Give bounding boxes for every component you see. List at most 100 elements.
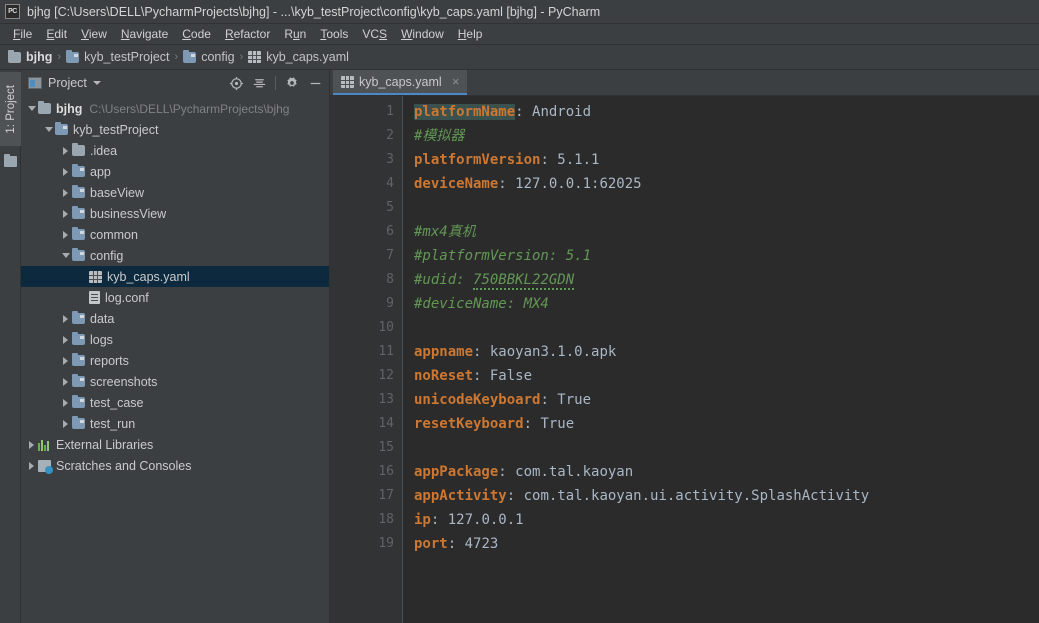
breadcrumb-item-kyb-caps-yaml[interactable]: kyb_caps.yaml (248, 50, 349, 64)
folder-icon (4, 156, 17, 167)
code-editor-pane[interactable]: 12345678910111213141516171819 platformNa… (330, 96, 1039, 623)
chevron-right-icon[interactable] (59, 329, 72, 350)
chevron-right-icon[interactable] (25, 455, 38, 476)
menu-item-help[interactable]: Help (451, 25, 490, 43)
code-line[interactable]: appname: kaoyan3.1.0.apk (414, 340, 616, 364)
code-token-comment: #platformVersion: 5.1 (414, 248, 591, 264)
menu-item-navigate[interactable]: Navigate (114, 25, 175, 43)
menu-item-file[interactable]: File (6, 25, 39, 43)
tree-item-screenshots[interactable]: screenshots (21, 371, 329, 392)
code-line[interactable]: deviceName: 127.0.0.1:62025 (414, 172, 642, 196)
project-file-tree[interactable]: bjhgC:\Users\DELL\PycharmProjects\bjhg ky… (21, 96, 329, 476)
chevron-down-icon[interactable] (93, 81, 101, 85)
breadcrumb-separator: › (240, 51, 244, 63)
tree-item-bjhg[interactable]: bjhgC:\Users\DELL\PycharmProjects\bjhg (21, 98, 329, 119)
code-token-val: com.tal.kaoyan (507, 464, 633, 480)
tree-item-label: screenshots (90, 375, 157, 389)
tree-item-kyb-caps-yaml[interactable]: kyb_caps.yaml (21, 266, 329, 287)
chevron-right-icon[interactable] (59, 203, 72, 224)
line-number: 7 (386, 244, 394, 268)
chevron-right-icon[interactable] (59, 350, 72, 371)
menu-item-code[interactable]: Code (175, 25, 218, 43)
menu-item-run[interactable]: Run (277, 25, 313, 43)
chevron-right-icon[interactable] (59, 371, 72, 392)
code-line[interactable]: #udid: 750BBKL22GDN (414, 268, 574, 292)
left-tool-window-strip: 1: Project (0, 70, 21, 623)
code-line[interactable]: appPackage: com.tal.kaoyan (414, 460, 633, 484)
code-line[interactable]: noReset: False (414, 364, 532, 388)
code-line[interactable]: #mx4真机 (414, 220, 476, 244)
chevron-right-icon[interactable] (59, 182, 72, 203)
tree-item-label: kyb_testProject (73, 123, 158, 137)
menu-item-window[interactable]: Window (394, 25, 451, 43)
folder-icon (72, 376, 85, 387)
project-panel-toolbar (226, 73, 325, 93)
breadcrumb-item-config[interactable]: config (183, 50, 234, 64)
code-line[interactable]: resetKeyboard: True (414, 412, 574, 436)
code-line[interactable]: port: 4723 (414, 532, 498, 556)
hide-panel-icon[interactable] (305, 73, 325, 93)
code-line[interactable]: appActivity: com.tal.kaoyan.ui.activity.… (414, 484, 869, 508)
code-line[interactable]: #模拟器 (414, 124, 464, 148)
code-line[interactable] (414, 196, 422, 220)
chevron-right-icon[interactable] (25, 434, 38, 455)
tool-window-button-project[interactable]: 1: Project (0, 72, 21, 146)
breadcrumb-item-kyb-testproject[interactable]: kyb_testProject (66, 50, 169, 64)
code-line[interactable] (414, 316, 422, 340)
tree-item-external-libraries[interactable]: External Libraries (21, 434, 329, 455)
close-icon[interactable]: × (450, 77, 462, 87)
tree-item-label: common (90, 228, 138, 242)
chevron-right-icon[interactable] (59, 392, 72, 413)
code-token-punct: : (448, 536, 456, 552)
menu-item-tools[interactable]: Tools (313, 25, 355, 43)
editor-tab-kyb-caps-yaml[interactable]: kyb_caps.yaml × (333, 70, 467, 95)
chevron-right-icon[interactable] (59, 224, 72, 245)
chevron-down-icon[interactable] (25, 98, 38, 119)
tree-item-kyb-testproject[interactable]: kyb_testProject (21, 119, 329, 140)
code-line[interactable]: #platformVersion: 5.1 (414, 244, 591, 268)
menu-item-edit[interactable]: Edit (39, 25, 74, 43)
code-line[interactable]: platformName: Android (414, 100, 591, 124)
menu-item-view[interactable]: View (74, 25, 114, 43)
tree-item-businessview[interactable]: businessView (21, 203, 329, 224)
tree-item-app[interactable]: app (21, 161, 329, 182)
tree-item-config[interactable]: config (21, 245, 329, 266)
tree-item-logs[interactable]: logs (21, 329, 329, 350)
tree-item-data[interactable]: data (21, 308, 329, 329)
chevron-right-icon[interactable] (59, 140, 72, 161)
code-token-key: noReset (414, 368, 473, 384)
code-line[interactable]: ip: 127.0.0.1 (414, 508, 524, 532)
tree-item-reports[interactable]: reports (21, 350, 329, 371)
chevron-down-icon[interactable] (42, 119, 55, 140)
breadcrumb-item-bjhg[interactable]: bjhg (8, 50, 52, 64)
chevron-down-icon[interactable] (59, 245, 72, 266)
code-line[interactable]: #deviceName: MX4 (414, 292, 549, 316)
tree-item-test-case[interactable]: test_case (21, 392, 329, 413)
locate-icon[interactable] (226, 73, 246, 93)
chevron-right-icon[interactable] (59, 308, 72, 329)
settings-gear-icon[interactable] (282, 73, 302, 93)
tree-item-test-run[interactable]: test_run (21, 413, 329, 434)
collapse-all-icon[interactable] (249, 73, 269, 93)
chevron-right-icon[interactable] (59, 161, 72, 182)
code-line[interactable]: unicodeKeyboard: True (414, 388, 591, 412)
menu-item-refactor[interactable]: Refactor (218, 25, 277, 43)
tree-item--idea[interactable]: .idea (21, 140, 329, 161)
breadcrumb-item-label: config (201, 50, 234, 64)
folder-icon (8, 52, 21, 63)
line-number: 11 (378, 340, 394, 364)
code-token-val: True (532, 416, 574, 432)
chevron-right-icon[interactable] (59, 413, 72, 434)
tree-item-common[interactable]: common (21, 224, 329, 245)
menu-bar: FileEditViewNavigateCodeRefactorRunTools… (0, 24, 1039, 45)
tree-item-log-conf[interactable]: log.conf (21, 287, 329, 308)
tree-item-baseview[interactable]: baseView (21, 182, 329, 203)
menu-item-vcs[interactable]: VCS (355, 25, 394, 43)
code-line[interactable]: platformVersion: 5.1.1 (414, 148, 599, 172)
tree-item-label: config (90, 249, 123, 263)
code-token-val: 4723 (456, 536, 498, 552)
code-line[interactable] (414, 436, 422, 460)
code-token-key: unicodeKeyboard (414, 392, 540, 408)
tree-item-scratches-and-consoles[interactable]: Scratches and Consoles (21, 455, 329, 476)
code-token-key: platformName (414, 104, 515, 120)
